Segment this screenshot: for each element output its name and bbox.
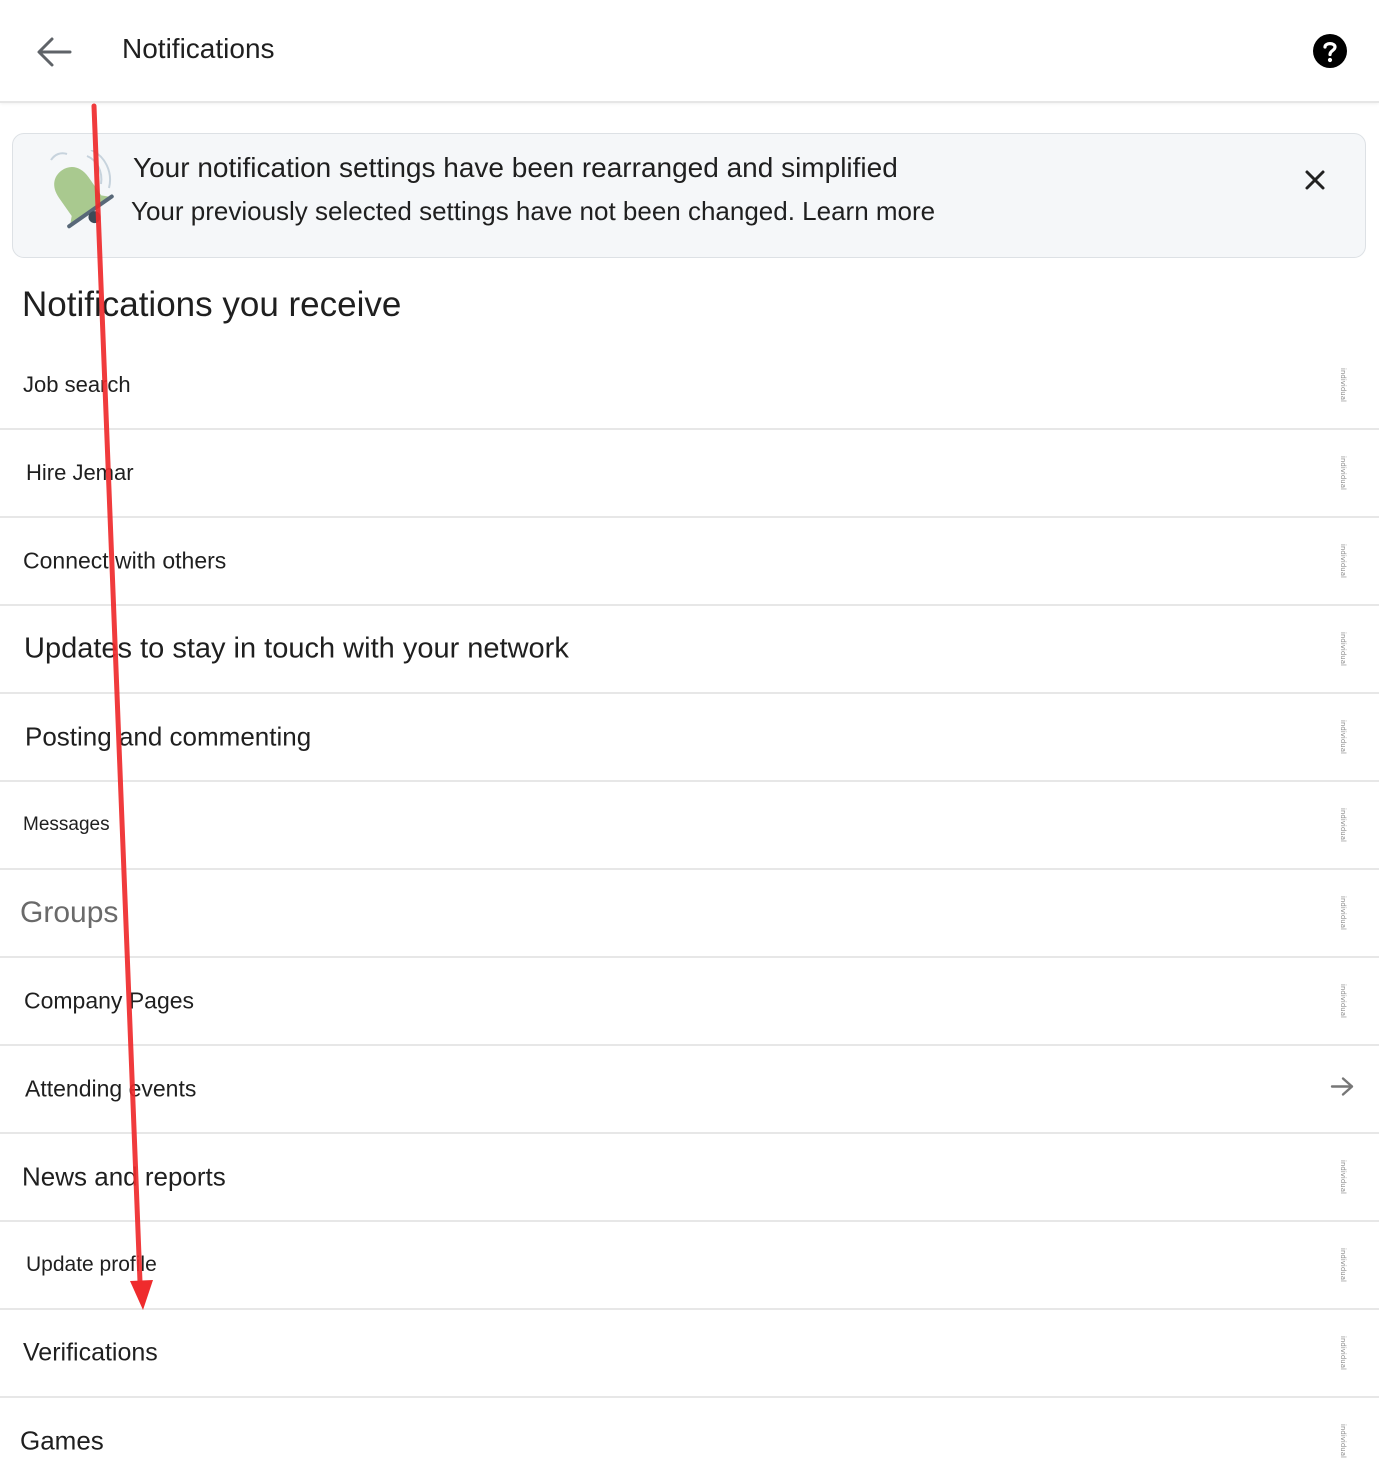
row-label: Messages — [23, 814, 110, 835]
row-label: Hire Jemar — [26, 460, 134, 485]
top-app-bar: Notifications — [0, 0, 1379, 103]
row-company-pages[interactable]: Company Pages individual — [0, 958, 1379, 1046]
individual-icon: individual — [1339, 1160, 1348, 1194]
individual-icon: individual — [1339, 368, 1348, 402]
row-label: Job search — [23, 372, 131, 397]
individual-icon: individual — [1339, 1248, 1348, 1282]
individual-icon: individual — [1339, 544, 1348, 578]
info-banner: Your notification settings have been rea… — [12, 133, 1366, 258]
individual-icon: individual — [1339, 720, 1348, 754]
row-label: Company Pages — [24, 987, 195, 1014]
row-attending-events[interactable]: Attending events — [0, 1046, 1379, 1134]
individual-icon: individual — [1339, 632, 1348, 666]
row-label: Verifications — [23, 1338, 158, 1367]
banner-subtitle[interactable]: Your previously selected settings have n… — [131, 196, 935, 227]
row-connect-with-others[interactable]: Connect with others individual — [0, 518, 1379, 606]
row-verifications[interactable]: Verifications individual — [0, 1310, 1379, 1398]
individual-icon: individual — [1339, 1336, 1348, 1370]
section-title: Notifications you receive — [22, 285, 402, 324]
row-network-updates[interactable]: Updates to stay in touch with your netwo… — [0, 606, 1379, 694]
close-icon — [1305, 170, 1325, 190]
arrow-left-icon — [37, 37, 72, 67]
row-update-profile[interactable]: Update profile individual — [0, 1222, 1379, 1310]
notification-category-list: Job search individual Hire Jemar individ… — [0, 342, 1379, 1484]
row-label: News and reports — [22, 1161, 226, 1192]
row-groups[interactable]: Groups individual — [0, 870, 1379, 958]
row-label: Groups — [20, 896, 119, 929]
page-title: Notifications — [122, 33, 275, 64]
banner-title: Your notification settings have been rea… — [133, 152, 898, 183]
question-circle-icon — [1313, 34, 1347, 68]
row-label: Update profile — [26, 1253, 157, 1276]
row-label: Games — [20, 1425, 104, 1456]
individual-icon: individual — [1339, 1424, 1348, 1458]
row-label: Updates to stay in touch with your netwo… — [24, 632, 569, 665]
row-label: Posting and commenting — [25, 721, 312, 752]
row-job-search[interactable]: Job search individual — [0, 342, 1379, 430]
individual-icon: individual — [1339, 984, 1348, 1018]
back-button[interactable] — [30, 28, 80, 78]
arrow-right-icon — [1329, 1074, 1355, 1105]
individual-icon: individual — [1339, 808, 1348, 842]
row-hire[interactable]: Hire Jemar individual — [0, 430, 1379, 518]
row-news-reports[interactable]: News and reports individual — [0, 1134, 1379, 1222]
individual-icon: individual — [1339, 896, 1348, 930]
row-posting-commenting[interactable]: Posting and commenting individual — [0, 694, 1379, 782]
bell-icon — [50, 150, 114, 229]
row-label: Connect with others — [23, 547, 227, 574]
row-games[interactable]: Games individual — [0, 1398, 1379, 1484]
individual-icon: individual — [1339, 456, 1348, 490]
row-label: Attending events — [25, 1075, 197, 1102]
row-messages[interactable]: Messages individual — [0, 782, 1379, 870]
banner-close-button[interactable] — [1299, 164, 1331, 196]
help-button[interactable] — [1312, 33, 1348, 69]
